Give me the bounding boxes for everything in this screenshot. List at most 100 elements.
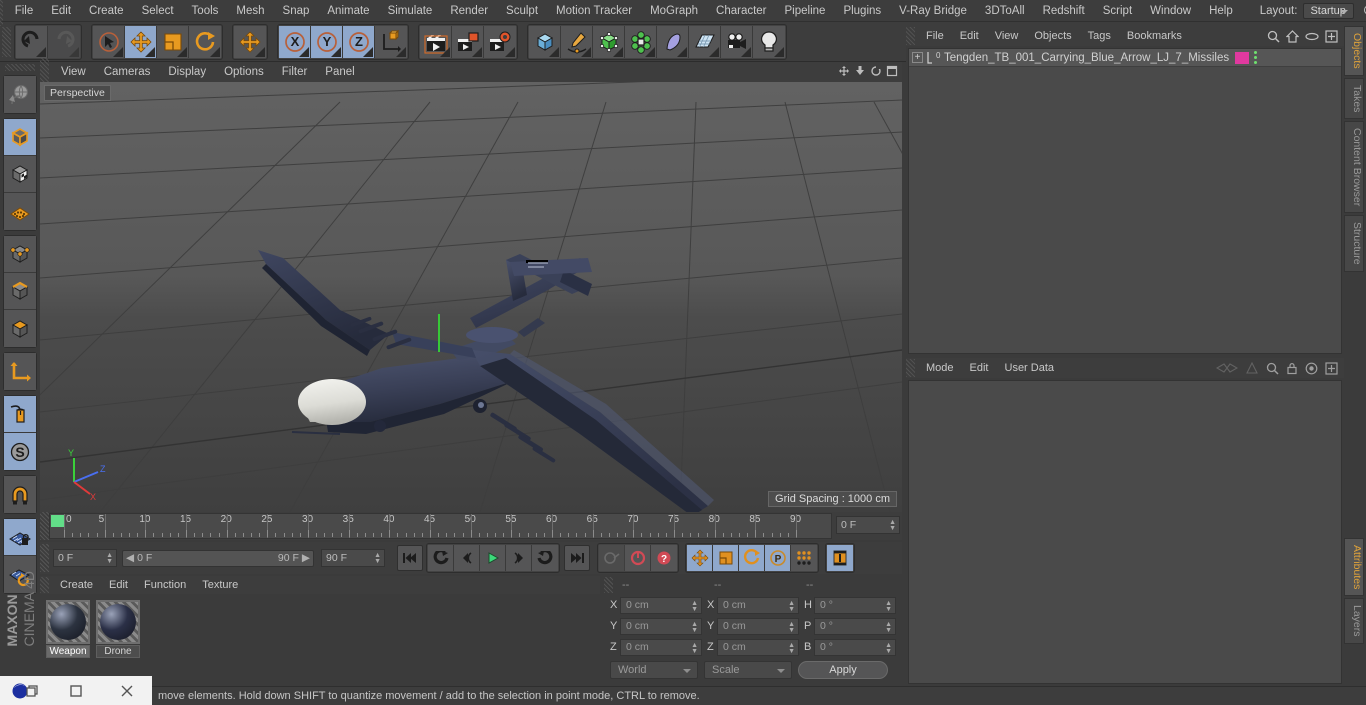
object-menu-objects[interactable]: Objects: [1026, 26, 1079, 46]
transport-grip[interactable]: [40, 544, 49, 572]
move-panel-icon[interactable]: [838, 65, 850, 77]
viewport-menu-options[interactable]: Options: [215, 62, 273, 82]
size-z-field[interactable]: 0 cm ▲ ▼: [717, 638, 799, 656]
object-menu-file[interactable]: File: [918, 26, 952, 46]
scale-button[interactable]: [157, 25, 189, 58]
menu-item-mograph[interactable]: MoGraph: [641, 0, 707, 22]
minimize-panel-icon[interactable]: [854, 65, 866, 77]
frame-range-slider[interactable]: ◀ 0 F 90 F ▶: [122, 549, 314, 567]
uv-mode-button[interactable]: [4, 193, 36, 230]
position-y-field[interactable]: 0 cm ▲ ▼: [620, 617, 702, 635]
menu-item-snap[interactable]: Snap: [274, 0, 319, 22]
parameter-key-button[interactable]: P: [765, 545, 791, 571]
record-active-objects-button[interactable]: [599, 545, 625, 571]
menu-item-plugins[interactable]: Plugins: [834, 0, 890, 22]
redo-button[interactable]: [48, 25, 80, 58]
spinner-icon[interactable]: ▲ ▼: [788, 642, 795, 655]
go-to-start-button[interactable]: [397, 545, 423, 571]
object-menu-view[interactable]: View: [987, 26, 1027, 46]
vtab-content-browser[interactable]: Content Browser: [1344, 121, 1364, 214]
play-button[interactable]: [480, 545, 506, 571]
vtab-structure[interactable]: Structure: [1344, 215, 1364, 272]
menu-item-3dtoall[interactable]: 3DToAll: [976, 0, 1034, 22]
go-to-next-key-button[interactable]: [532, 545, 558, 571]
world-object-coords-button[interactable]: [375, 25, 407, 58]
menu-item-file[interactable]: File: [6, 0, 43, 22]
timeline-playhead[interactable]: [51, 515, 64, 527]
app-icon[interactable]: [0, 676, 51, 705]
rotate-button[interactable]: [189, 25, 221, 58]
attribute-menu-user-data[interactable]: User Data: [997, 358, 1063, 378]
object-menu-edit[interactable]: Edit: [952, 26, 987, 46]
material-tag[interactable]: [1235, 51, 1249, 64]
rotation-h-field[interactable]: 0 ° ▲ ▼: [814, 596, 896, 614]
polygon-mode-button[interactable]: [4, 310, 36, 347]
visibility-dots[interactable]: [1254, 51, 1257, 64]
size-x-field[interactable]: 0 cm ▲ ▼: [717, 596, 799, 614]
rotation-b-field[interactable]: 0 ° ▲ ▼: [814, 638, 896, 656]
vtab-takes[interactable]: Takes: [1344, 77, 1364, 120]
menu-item-window[interactable]: Window: [1141, 0, 1200, 22]
plus-box-icon[interactable]: [1325, 361, 1338, 375]
position-x-field[interactable]: 0 cm ▲ ▼: [620, 596, 702, 614]
material-item[interactable]: Drone: [96, 600, 140, 658]
rotation-p-field[interactable]: 0 ° ▲ ▼: [814, 617, 896, 635]
target-icon[interactable]: [1305, 362, 1318, 375]
menu-item-sculpt[interactable]: Sculpt: [497, 0, 547, 22]
magnet-tool-button[interactable]: [4, 476, 36, 513]
coordinate-system-select[interactable]: World: [610, 661, 698, 679]
object-axis-button[interactable]: [4, 353, 36, 390]
position-z-field[interactable]: 0 cm ▲ ▼: [620, 638, 702, 656]
attribute-menu-mode[interactable]: Mode: [918, 358, 962, 378]
object-manager-tree[interactable]: +0 Tengden_TB_001_Carrying_Blue_Arrow_LJ_…: [908, 48, 1342, 354]
add-spline-button[interactable]: [561, 25, 593, 58]
viewport-canvas[interactable]: Perspective Grid Spacing : 1000 cm Y Z X: [40, 82, 902, 512]
go-to-previous-key-button[interactable]: [428, 545, 454, 571]
move-tool-button[interactable]: [234, 25, 266, 58]
add-cube-button[interactable]: [529, 25, 561, 58]
undo-button[interactable]: [16, 25, 48, 58]
home-icon[interactable]: [1286, 29, 1299, 43]
toolbar-grip[interactable]: [2, 26, 11, 57]
object-manager-grip[interactable]: [906, 27, 915, 45]
spinner-icon[interactable]: ▲ ▼: [885, 621, 892, 634]
expand-icon[interactable]: +: [912, 52, 923, 63]
menu-item-v-ray-bridge[interactable]: V-Ray Bridge: [890, 0, 976, 22]
menu-item-render[interactable]: Render: [441, 0, 497, 22]
menu-item-animate[interactable]: Animate: [318, 0, 378, 22]
material-menu-create[interactable]: Create: [52, 576, 101, 594]
menu-item-pipeline[interactable]: Pipeline: [776, 0, 835, 22]
render-to-picture-viewer-button[interactable]: [452, 25, 484, 58]
spinner-icon[interactable]: ▲ ▼: [885, 642, 892, 655]
coordinates-grip[interactable]: [604, 577, 613, 593]
rotation-key-button[interactable]: [739, 545, 765, 571]
menu-item-simulate[interactable]: Simulate: [379, 0, 442, 22]
render-settings-button[interactable]: [484, 25, 516, 58]
position-key-button[interactable]: [687, 545, 713, 571]
vtab-attributes[interactable]: Attributes: [1344, 538, 1364, 597]
spinner-icon[interactable]: ▲ ▼: [889, 519, 896, 532]
left-palette-grip[interactable]: [5, 64, 35, 71]
spinner-icon[interactable]: ▲ ▼: [885, 600, 892, 613]
menu-item-create[interactable]: Create: [80, 0, 133, 22]
menu-item-select[interactable]: Select: [133, 0, 183, 22]
model-mode-button[interactable]: [4, 119, 36, 156]
search-icon[interactable]: [1362, 3, 1366, 19]
restore-window-button[interactable]: [51, 676, 102, 705]
attribute-manager-grip[interactable]: [906, 359, 915, 377]
lock-z-button[interactable]: Z: [343, 25, 375, 58]
move-button[interactable]: [125, 25, 157, 58]
lock-workplane-button[interactable]: [4, 519, 36, 556]
menu-item-motion-tracker[interactable]: Motion Tracker: [547, 0, 641, 22]
viewport-solo-single-button[interactable]: [4, 396, 36, 433]
render-view-button[interactable]: [420, 25, 452, 58]
range-left-arrow-icon[interactable]: ◀: [126, 552, 134, 564]
add-array-button[interactable]: [625, 25, 657, 58]
apply-button[interactable]: Apply: [798, 661, 888, 679]
viewport-menu-filter[interactable]: Filter: [273, 62, 317, 82]
cone-icon[interactable]: [1245, 361, 1259, 375]
menu-item-mesh[interactable]: Mesh: [227, 0, 273, 22]
autokeying-button[interactable]: [625, 545, 651, 571]
edge-mode-button[interactable]: [4, 273, 36, 310]
go-to-next-frame-button[interactable]: [506, 545, 532, 571]
